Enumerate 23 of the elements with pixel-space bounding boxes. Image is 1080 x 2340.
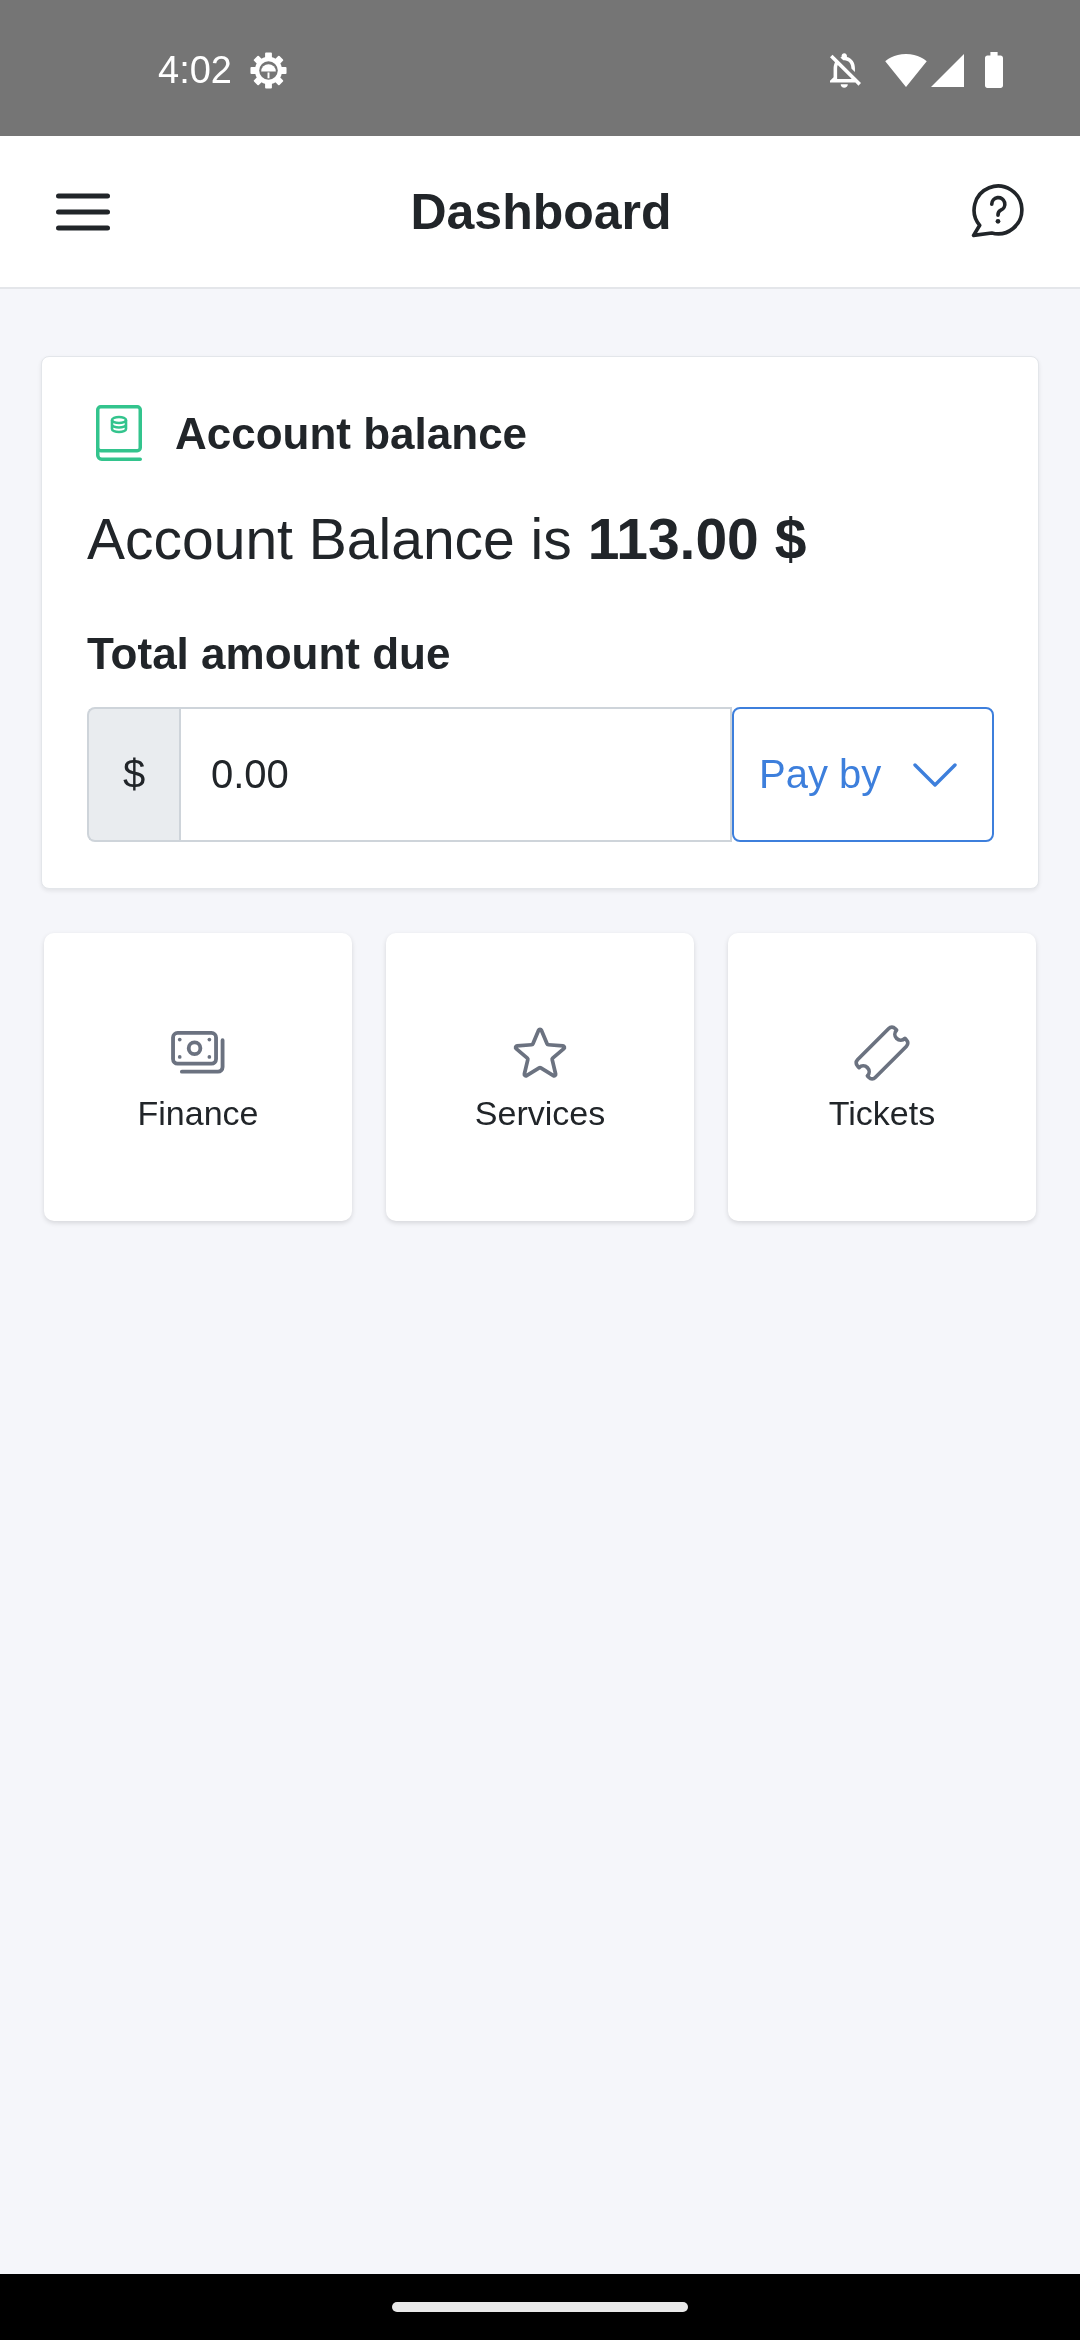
shortcut-tile[interactable]: Tickets xyxy=(728,933,1036,1221)
help-icon[interactable] xyxy=(971,184,1026,239)
amount-label: Total amount due xyxy=(87,628,452,680)
gear-icon xyxy=(248,50,288,90)
signal-icon xyxy=(931,53,964,87)
banknotes-icon xyxy=(171,1031,225,1074)
amount-input[interactable]: 0.00 xyxy=(179,707,732,842)
book-icon xyxy=(96,405,142,461)
card-title: Account balance xyxy=(175,407,528,460)
battery-icon xyxy=(985,52,1003,88)
ticket-icon xyxy=(854,1024,910,1081)
currency-prefix: $ xyxy=(87,707,179,842)
balance-text: Account Balance is 113.00 $ xyxy=(87,506,808,573)
pay-by-dropdown[interactable]: Pay by xyxy=(732,707,994,842)
chevron-down-icon xyxy=(913,762,957,787)
star-icon xyxy=(513,1026,567,1079)
muted-bell-icon xyxy=(830,52,861,88)
shortcut-tile[interactable]: Finance xyxy=(44,933,352,1221)
wifi-icon xyxy=(885,53,927,87)
menu-icon[interactable] xyxy=(56,192,110,231)
status-time: 4:02 xyxy=(158,48,232,92)
page-title: Dashboard xyxy=(410,182,672,242)
shortcut-tile[interactable]: Services xyxy=(386,933,694,1221)
